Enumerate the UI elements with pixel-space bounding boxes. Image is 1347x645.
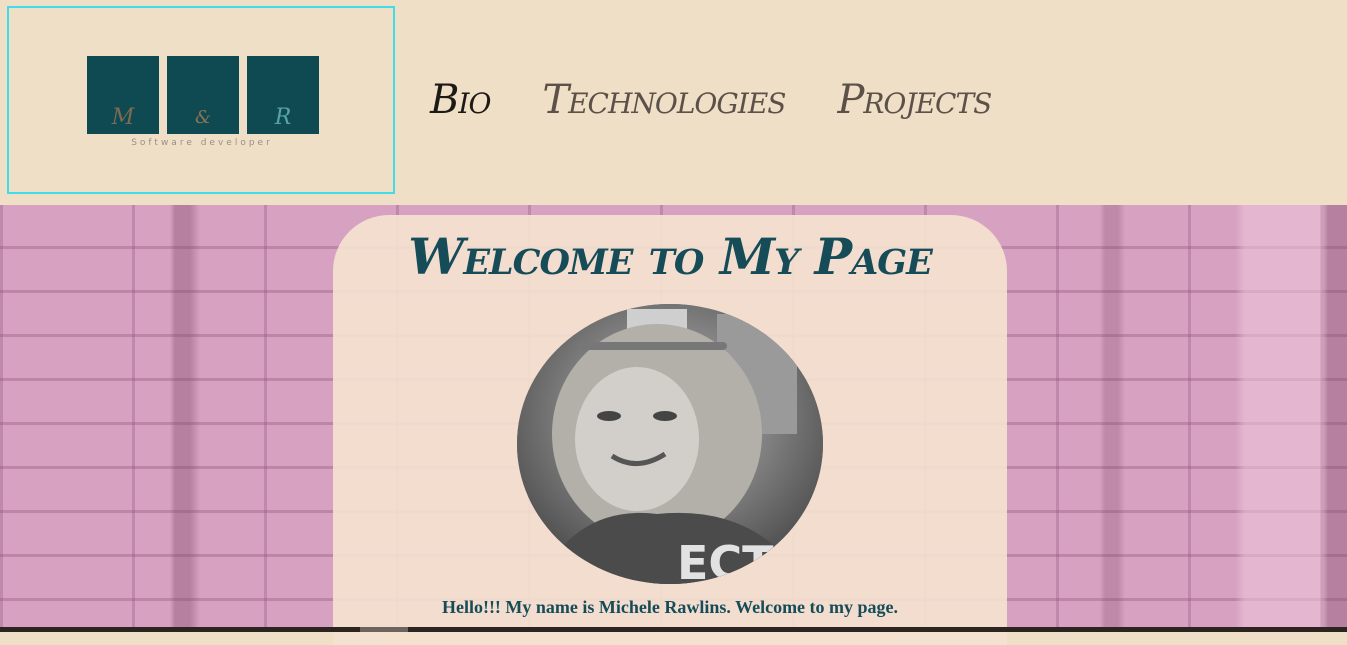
logo-letter-m: M [87, 56, 159, 134]
nav-link-bio[interactable]: Bio [430, 77, 491, 123]
intro-text: Hello!!! My name is Michele Rawlins. Wel… [441, 597, 899, 617]
main-nav: Bio Technologies Projects [430, 70, 1043, 130]
profile-photo: ECT [517, 304, 823, 584]
scrollbar-thumb[interactable] [360, 627, 408, 632]
horizontal-scrollbar[interactable] [0, 627, 1347, 632]
logo-tagline: Software developer [131, 138, 273, 148]
logo-mark: M & R [87, 56, 321, 136]
page-title: Welcome to My Page [408, 227, 933, 286]
svg-text:ECT: ECT [677, 536, 774, 584]
logo[interactable]: M & R Software developer [7, 6, 395, 194]
nav-link-projects[interactable]: Projects [837, 77, 992, 123]
nav-link-technologies[interactable]: Technologies [542, 77, 786, 123]
logo-letter-r: R [247, 56, 319, 134]
logo-letter-ampersand: & [167, 56, 239, 134]
welcome-card: Welcome to My Page ECT Hello!!! My name … [333, 215, 1007, 645]
site-header: M & R Software developer Bio Technologie… [0, 0, 1347, 205]
